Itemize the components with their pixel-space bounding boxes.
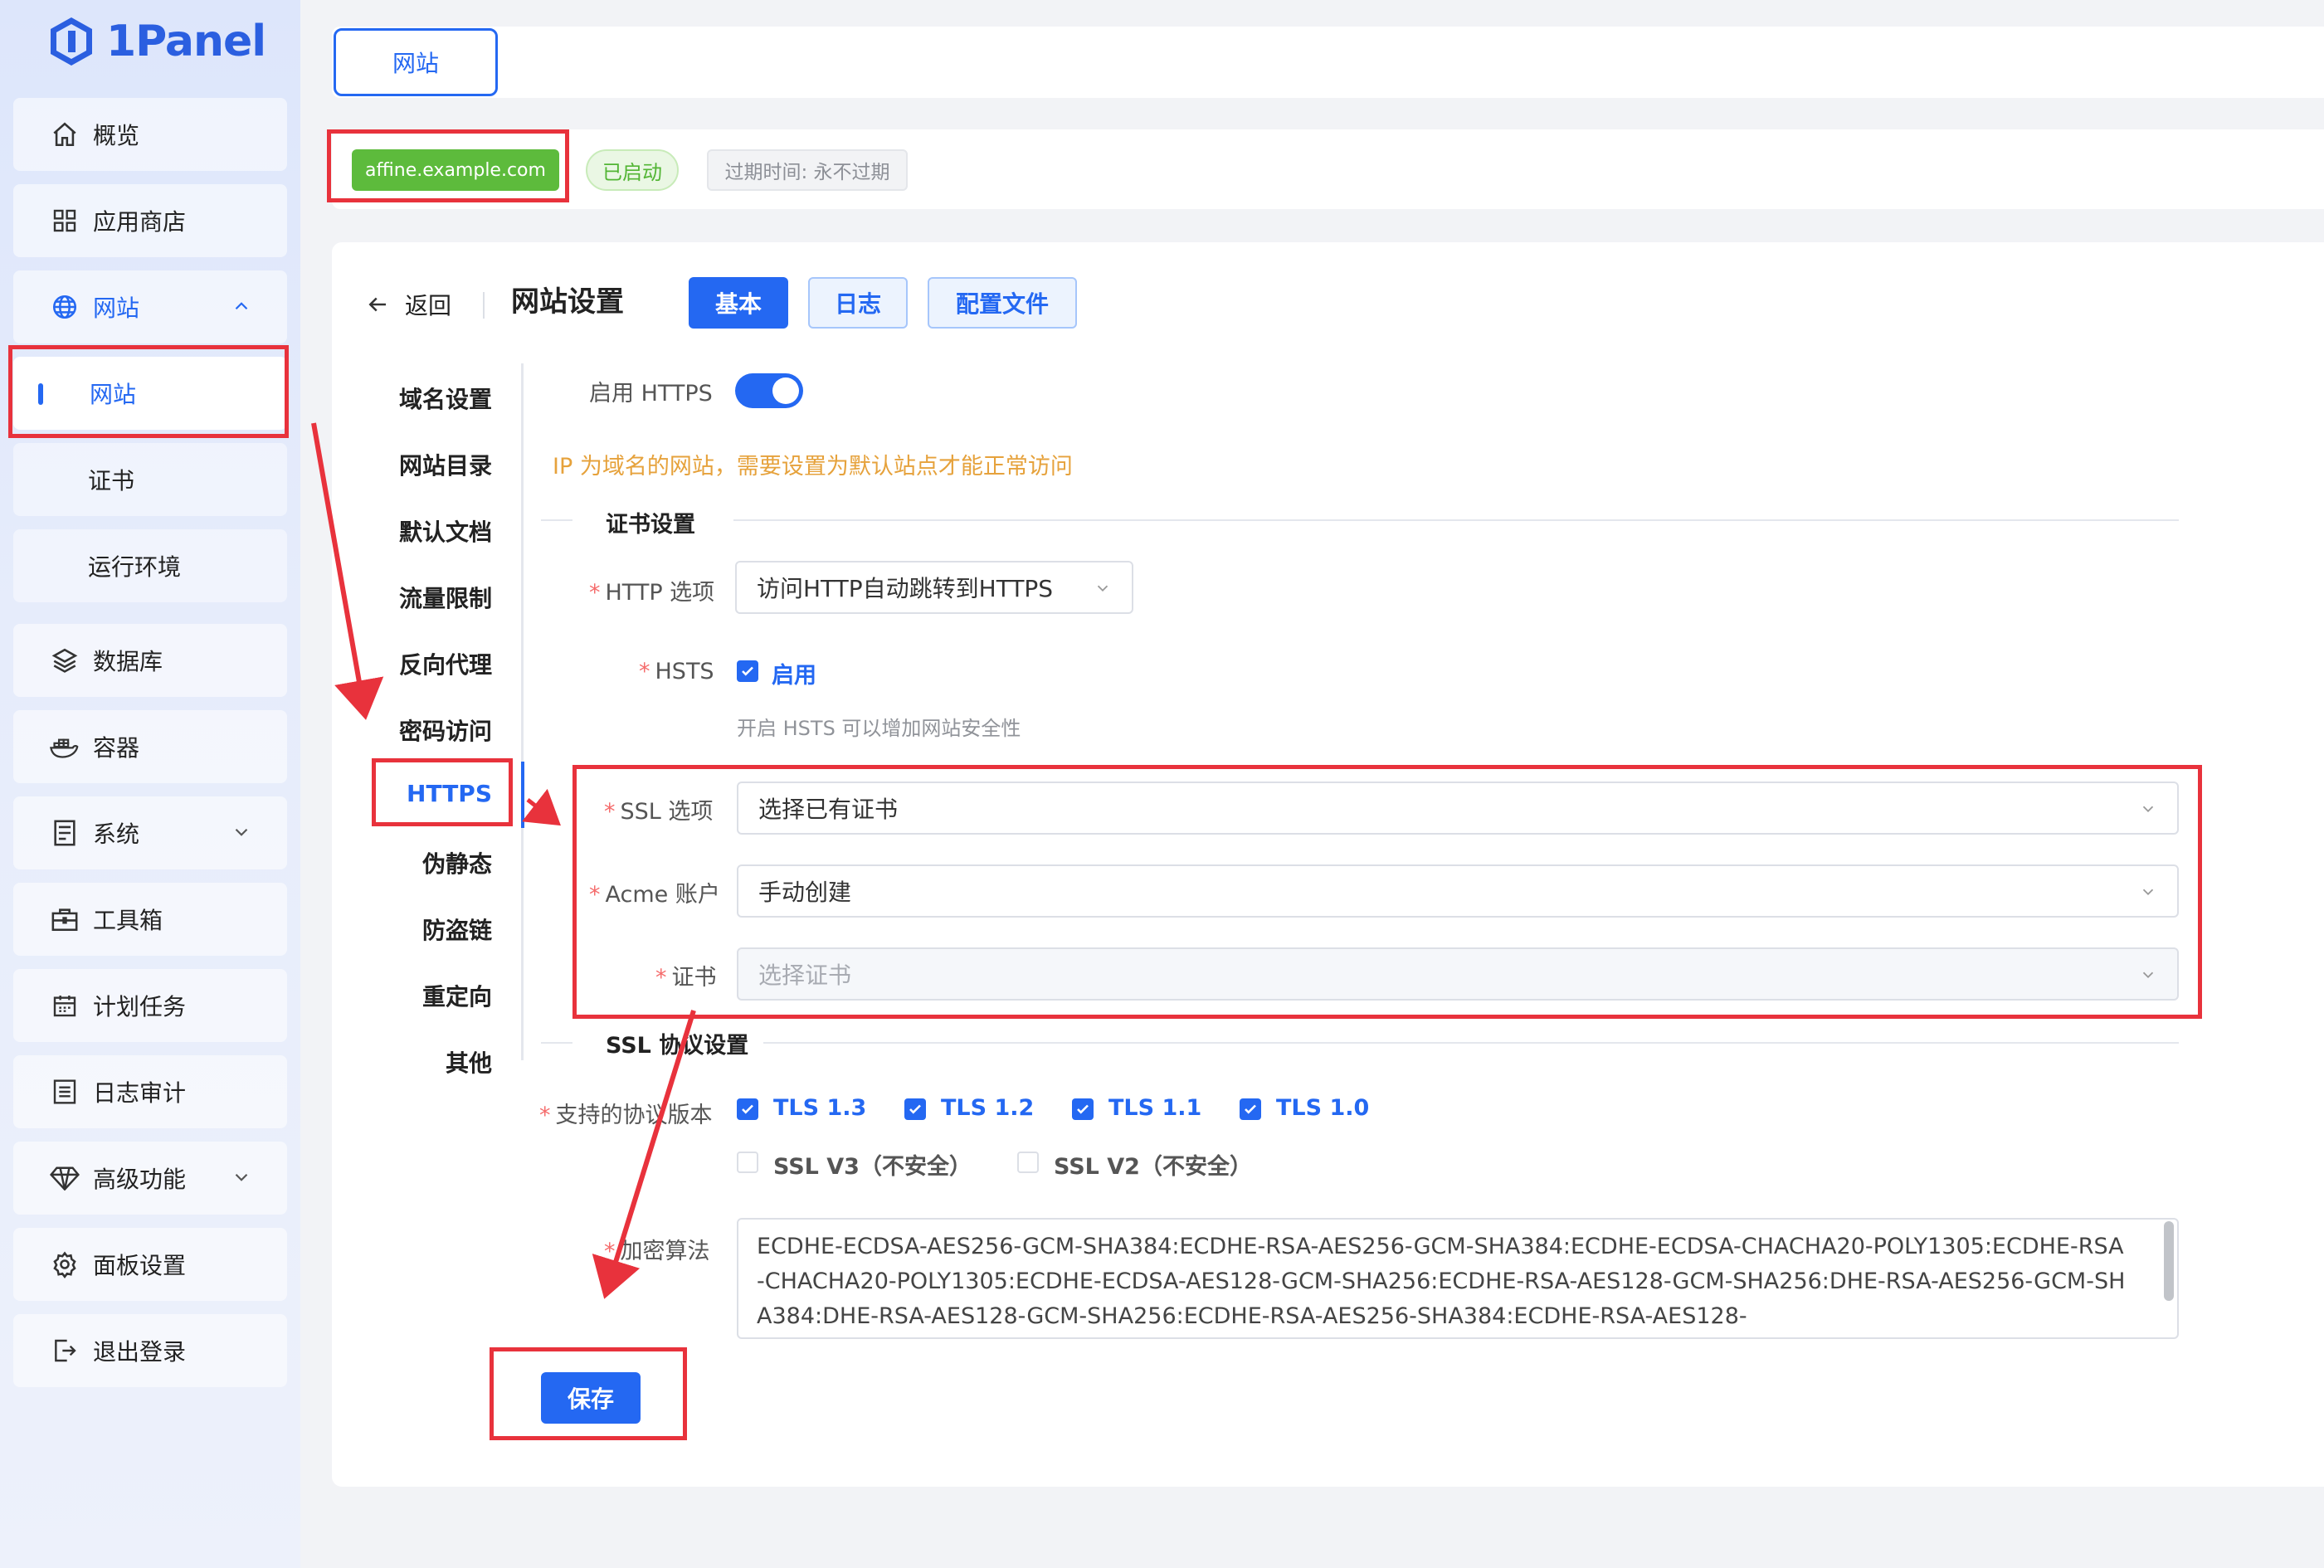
annotation-arrows <box>311 422 696 1299</box>
arrow-to-ssl <box>522 788 561 826</box>
arrow-to-https <box>311 422 384 720</box>
arrow-to-save <box>592 1010 696 1299</box>
